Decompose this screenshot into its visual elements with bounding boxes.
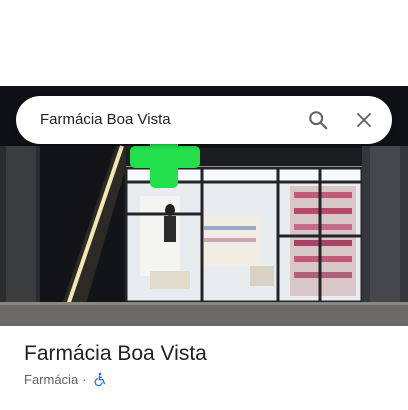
search-bar[interactable]: Farmácia Boa Vista <box>16 96 392 144</box>
close-icon <box>357 113 371 127</box>
meta-separator: · <box>82 371 87 387</box>
place-category: Farmácia <box>24 371 79 387</box>
search-button[interactable] <box>302 104 334 136</box>
search-input[interactable]: Farmácia Boa Vista <box>40 96 171 144</box>
search-icon <box>309 111 328 130</box>
place-title[interactable]: Farmácia Boa Vista <box>24 342 207 366</box>
place-meta: Farmácia · <box>24 371 107 387</box>
clear-search-button[interactable] <box>348 104 380 136</box>
map-top-area <box>0 0 408 86</box>
wheelchair-accessible-icon <box>93 372 107 386</box>
